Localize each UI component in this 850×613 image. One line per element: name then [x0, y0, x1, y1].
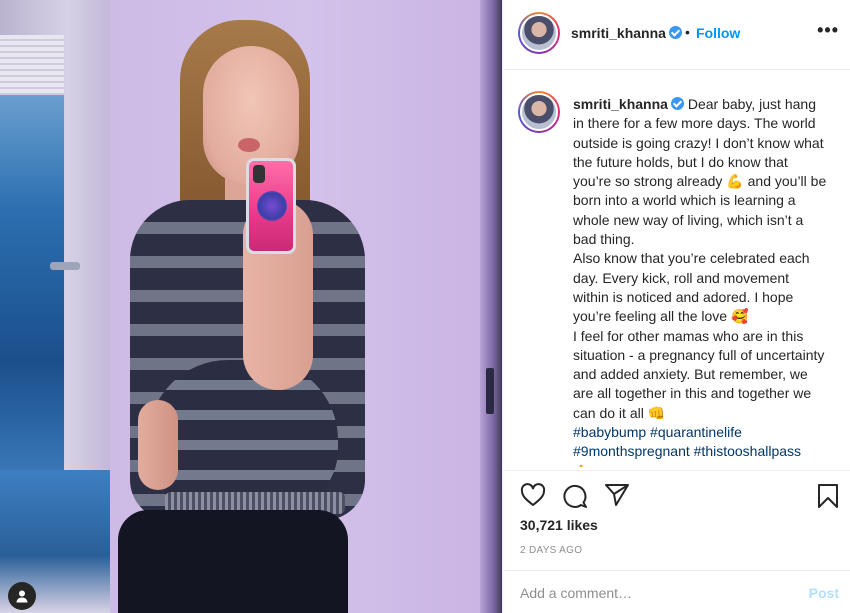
comment-input[interactable]	[520, 583, 790, 603]
share-icon[interactable]	[604, 483, 630, 512]
caption-text: smriti_khanna Dear baby, just hang in th…	[573, 95, 827, 467]
glass-door	[0, 95, 64, 475]
comment-bar: Post	[503, 570, 850, 613]
post-comment-button[interactable]: Post	[809, 585, 839, 601]
folded-hands-emoji: 🙏	[573, 462, 589, 467]
hashtag-link[interactable]: #babybump #quarantinelife	[573, 424, 742, 440]
caption-paragraph-3: I feel for other mamas who are in this s…	[573, 327, 825, 421]
post-header: smriti_khanna • Follow •••	[503, 0, 850, 70]
post-photo[interactable]	[0, 0, 502, 613]
light-switch	[486, 368, 494, 414]
comment-icon[interactable]	[562, 483, 588, 514]
caption-paragraph-2: Also know that you’re celebrated each da…	[573, 250, 810, 325]
verified-badge-icon	[670, 97, 684, 110]
post-timestamp[interactable]: 2 DAYS AGO	[520, 545, 582, 556]
action-bar	[503, 470, 850, 512]
follow-button[interactable]: Follow	[696, 25, 740, 41]
door-handle	[50, 262, 80, 270]
caption-username[interactable]: smriti_khanna	[573, 96, 668, 112]
mirror-edge	[480, 0, 502, 613]
user-tag-icon[interactable]	[8, 582, 36, 610]
header-username[interactable]: smriti_khanna	[571, 25, 682, 41]
lips	[238, 138, 260, 152]
hand-on-belly	[138, 400, 178, 490]
likes-count[interactable]: 30,721 likes	[520, 517, 598, 533]
bookmark-icon[interactable]	[817, 483, 839, 514]
phone-grip	[257, 191, 287, 221]
window-blind	[0, 35, 64, 95]
leggings	[118, 510, 348, 613]
caption-section: smriti_khanna Dear baby, just hang in th…	[503, 71, 850, 467]
hashtag-link[interactable]: #9monthspregnant #thistooshallpass	[573, 443, 801, 459]
caption-avatar[interactable]	[518, 91, 560, 133]
caption-paragraph-1: Dear baby, just hang in there for a few …	[573, 96, 827, 248]
heart-icon[interactable]	[520, 483, 546, 512]
avatar[interactable]	[518, 12, 560, 54]
post-details-panel: smriti_khanna • Follow ••• smriti_khanna…	[502, 0, 850, 613]
more-options-icon[interactable]: •••	[817, 20, 839, 41]
verified-badge-icon	[668, 26, 682, 39]
username-text[interactable]: smriti_khanna	[571, 25, 666, 41]
separator-dot: •	[685, 24, 690, 40]
smartphone	[246, 158, 296, 254]
phone-camera	[253, 165, 265, 183]
